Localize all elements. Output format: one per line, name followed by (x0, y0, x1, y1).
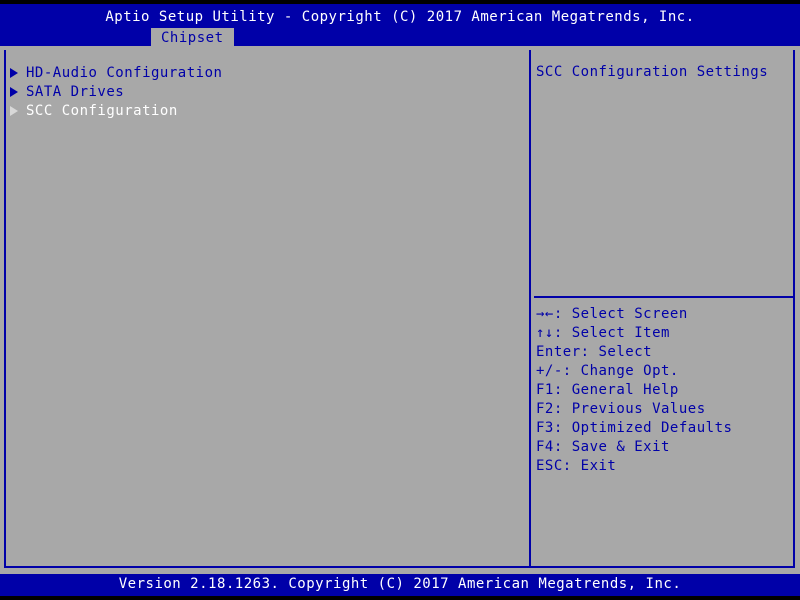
version-text: Version 2.18.1263. Copyright (C) 2017 Am… (118, 576, 682, 592)
chipset-menu-list: HD-Audio Configuration SATA Drives SCC C… (10, 63, 520, 120)
help-panel-divider (534, 296, 793, 298)
tab-chipset[interactable]: Chipset (151, 28, 234, 48)
help-key-enter-select: Enter: Select (536, 344, 653, 360)
frame-border-bottom (4, 566, 795, 568)
header-bar: Aptio Setup Utility - Copyright (C) 2017… (0, 4, 800, 48)
help-description: SCC Configuration Settings (536, 64, 769, 80)
help-key-select-screen: →←: Select Screen (536, 306, 688, 322)
menu-item-label: HD-Audio Configuration (26, 64, 223, 81)
help-key-esc-exit: ESC: Exit (536, 458, 617, 474)
frame-border-right (793, 50, 795, 566)
help-key-f3-optimized-defaults: F3: Optimized Defaults (536, 420, 733, 436)
help-key-legend: →←: Select Screen ↑↓: Select Item Enter:… (536, 305, 792, 476)
help-key-f4-save-exit: F4: Save & Exit (536, 439, 670, 455)
menu-item-label: SCC Configuration (26, 102, 178, 119)
help-key-select-item: ↑↓: Select Item (536, 325, 670, 341)
frame-divider-vertical (529, 50, 531, 566)
footer-bar: Version 2.18.1263. Copyright (C) 2017 Am… (0, 574, 800, 596)
submenu-triangle-icon (10, 86, 18, 97)
menu-item-sata-drives[interactable]: SATA Drives (10, 82, 520, 101)
menu-item-label: SATA Drives (26, 83, 125, 100)
bios-setup-screen: Aptio Setup Utility - Copyright (C) 2017… (0, 0, 800, 600)
menu-item-scc-configuration[interactable]: SCC Configuration (10, 101, 520, 120)
page-title: Aptio Setup Utility - Copyright (C) 2017… (105, 9, 695, 25)
help-key-f1-general-help: F1: General Help (536, 382, 679, 398)
menu-item-hd-audio-configuration[interactable]: HD-Audio Configuration (10, 63, 520, 82)
submenu-triangle-icon (10, 105, 18, 116)
frame-border-left (4, 50, 6, 566)
help-key-f2-previous-values: F2: Previous Values (536, 401, 706, 417)
help-key-change-opt: +/-: Change Opt. (536, 363, 679, 379)
submenu-triangle-icon (10, 67, 18, 78)
tab-strip: Chipset (0, 28, 800, 48)
